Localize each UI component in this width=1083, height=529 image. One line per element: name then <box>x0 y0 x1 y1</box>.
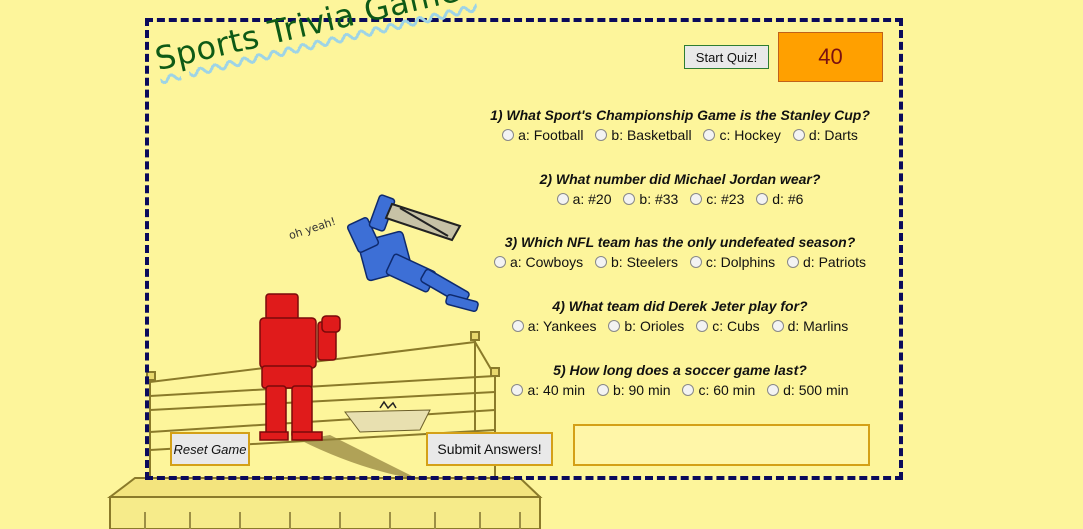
option-label: d: Darts <box>808 127 858 143</box>
radio-button[interactable] <box>493 256 506 268</box>
radio-button[interactable] <box>689 256 702 268</box>
answer-option[interactable]: a: Yankees <box>511 316 597 336</box>
answer-option[interactable]: c: Hockey <box>703 125 781 145</box>
radio-button[interactable] <box>771 320 784 332</box>
answer-option[interactable]: c: #23 <box>690 189 744 209</box>
question-3: 3) Which NFL team has the only undefeate… <box>470 232 890 272</box>
option-label: b: Basketball <box>611 127 692 143</box>
answer-option[interactable]: c: 60 min <box>682 380 755 400</box>
radio-button[interactable] <box>502 129 515 141</box>
answer-option[interactable]: d: #6 <box>756 189 803 209</box>
reset-game-button[interactable]: Reset Game <box>170 432 250 466</box>
radio-button[interactable] <box>596 384 609 396</box>
submit-answers-button[interactable]: Submit Answers! <box>426 432 553 466</box>
option-label: c: #23 <box>706 191 745 207</box>
radio-button[interactable] <box>787 256 799 268</box>
answer-options: a: 40 min b: 90 min c: 60 min d: 500 min <box>470 380 890 400</box>
question-4: 4) What team did Derek Jeter play for? a… <box>470 296 890 336</box>
option-label: a: Cowboys <box>509 254 584 270</box>
option-label: c: Dolphins <box>705 254 776 270</box>
answer-option[interactable]: b: Steelers <box>595 252 678 272</box>
answer-option[interactable]: c: Dolphins <box>689 252 776 272</box>
option-label: b: Orioles <box>624 318 685 334</box>
answer-option[interactable]: b: Orioles <box>608 316 684 336</box>
question-text: 2) What number did Michael Jordan wear? <box>539 171 821 187</box>
radio-button[interactable] <box>595 256 608 268</box>
radio-button[interactable] <box>511 320 524 332</box>
radio-button[interactable] <box>696 320 709 332</box>
option-label: c: 60 min <box>698 382 756 398</box>
radio-button[interactable] <box>623 193 636 205</box>
answer-option[interactable]: c: Cubs <box>696 316 760 336</box>
option-label: b: 90 min <box>612 382 671 398</box>
option-label: d: 500 min <box>783 382 849 398</box>
answer-option[interactable]: a: Football <box>502 125 584 145</box>
radio-button[interactable] <box>511 384 524 396</box>
option-label: d: Marlins <box>787 318 849 334</box>
answer-option[interactable]: a: Cowboys <box>493 252 584 272</box>
option-label: a: 40 min <box>527 382 586 398</box>
question-5: 5) How long does a soccer game last? a: … <box>470 360 890 400</box>
option-label: a: Football <box>518 127 584 143</box>
option-label: b: Steelers <box>611 254 678 270</box>
question-text: 5) How long does a soccer game last? <box>553 362 807 378</box>
radio-button[interactable] <box>682 384 695 396</box>
option-label: d: #6 <box>772 191 804 207</box>
radio-button[interactable] <box>556 193 569 205</box>
option-label: a: #20 <box>572 191 612 207</box>
radio-button[interactable] <box>767 384 780 396</box>
result-box <box>573 424 870 466</box>
option-label: c: Cubs <box>712 318 760 334</box>
option-label: a: Yankees <box>527 318 597 334</box>
answer-option[interactable]: d: Marlins <box>771 316 849 336</box>
radio-button[interactable] <box>608 320 621 332</box>
answer-option[interactable]: d: Patriots <box>787 252 866 272</box>
radio-button[interactable] <box>792 129 805 141</box>
answer-options: a: Yankees b: Orioles c: Cubs d: Marlins <box>470 316 890 336</box>
answer-option[interactable]: b: Basketball <box>595 125 692 145</box>
answer-option[interactable]: d: 500 min <box>767 380 849 400</box>
radio-button[interactable] <box>595 129 608 141</box>
question-1: 1) What Sport's Championship Game is the… <box>470 105 890 145</box>
answer-option[interactable]: a: #20 <box>556 189 612 209</box>
radio-button[interactable] <box>690 193 703 205</box>
answer-option[interactable]: d: Darts <box>792 125 858 145</box>
radio-button[interactable] <box>756 193 769 205</box>
option-label: d: Patriots <box>803 254 867 270</box>
answer-options: a: #20 b: #33 c: #23 d: #6 <box>470 189 890 209</box>
answer-option[interactable]: a: 40 min <box>511 380 585 400</box>
timer-display: 40 <box>778 32 883 82</box>
answer-option[interactable]: b: 90 min <box>596 380 671 400</box>
question-text: 3) Which NFL team has the only undefeate… <box>504 234 856 250</box>
answer-options: a: Cowboys b: Steelers c: Dolphins d: Pa… <box>470 252 890 272</box>
radio-button[interactable] <box>703 129 716 141</box>
start-quiz-button[interactable]: Start Quiz! <box>684 45 769 69</box>
question-text: 1) What Sport's Championship Game is the… <box>490 107 870 123</box>
question-text: 4) What team did Derek Jeter play for? <box>552 298 808 314</box>
option-label: b: #33 <box>639 191 679 207</box>
question-2: 2) What number did Michael Jordan wear? … <box>470 169 890 209</box>
answer-option[interactable]: b: #33 <box>623 189 678 209</box>
answer-options: a: Football b: Basketball c: Hockey d: D… <box>470 125 890 145</box>
option-label: c: Hockey <box>719 127 781 143</box>
